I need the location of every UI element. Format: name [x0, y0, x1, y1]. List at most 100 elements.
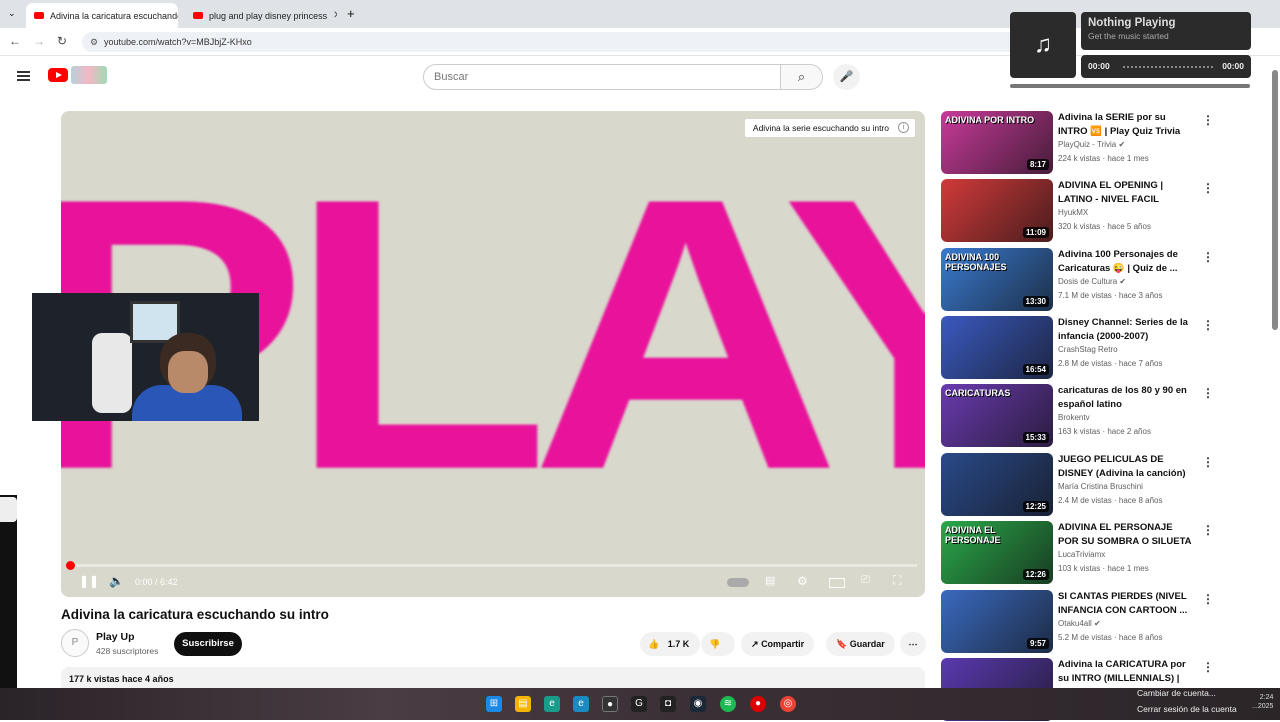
video-thumbnail[interactable]: 16:54 — [941, 316, 1053, 379]
search-input[interactable]: Buscar — [423, 64, 781, 90]
recommendation-title[interactable]: ADIVINA EL PERSONAJE POR SU SOMBRA O SIL… — [1058, 521, 1193, 548]
theater-mode-icon[interactable] — [829, 578, 845, 588]
pause-icon[interactable]: ❚❚ — [79, 574, 99, 588]
recorder-icon[interactable]: ● — [750, 696, 766, 712]
page-scrollbar[interactable] — [1270, 60, 1280, 690]
recommendation-channel[interactable]: María Cristina Bruschini — [1058, 482, 1143, 491]
player-overlay-title[interactable]: Adivina la serie escuchando su intro i — [744, 119, 915, 137]
progress-bar[interactable] — [66, 561, 917, 570]
new-tab-icon[interactable]: + — [347, 6, 355, 21]
recommendation-title[interactable]: Adivina la SERIE por su INTRO 🆚 | Play Q… — [1058, 111, 1193, 138]
chrome-icon[interactable]: ◎ — [780, 696, 796, 712]
recommendation-card[interactable]: CARICATURAS 15:33 caricaturas de los 80 y … — [941, 384, 1216, 448]
more-options-icon[interactable]: ⋮ — [1202, 318, 1214, 332]
reload-icon[interactable]: ↻ — [57, 34, 67, 48]
subtitles-icon[interactable]: ▤ — [765, 574, 775, 587]
obs-icon[interactable]: ● — [602, 696, 618, 712]
spotify-icon[interactable]: ≋ — [720, 696, 736, 712]
side-panel-handle[interactable] — [0, 497, 17, 522]
more-options-icon[interactable]: ⋮ — [1202, 523, 1214, 537]
share-button[interactable]: ↗ Compartir — [741, 632, 815, 656]
more-actions-button[interactable]: ⋯ — [900, 632, 926, 656]
recommendation-card[interactable]: ADIVINA EL PERSONAJE 12:26 ADIVINA EL PERS… — [941, 521, 1216, 585]
recommendation-channel[interactable]: LucaTriviamx — [1058, 550, 1105, 559]
video-thumbnail[interactable]: CARICATURAS 15:33 — [941, 384, 1053, 447]
recommendation-title[interactable]: Disney Channel: Series de la infancia (2… — [1058, 316, 1193, 343]
video-thumbnail[interactable]: ADIVINA 100 PERSONAJES 13:30 — [941, 248, 1053, 311]
edge-dev-icon[interactable]: e — [573, 696, 589, 712]
forward-icon[interactable]: → — [33, 34, 45, 48]
recommendation-title[interactable]: caricaturas de los 80 y 90 en español la… — [1058, 384, 1193, 411]
video-thumbnail[interactable]: 11:09 — [941, 179, 1053, 242]
youtube-logo[interactable] — [48, 68, 68, 82]
camera-app-icon[interactable]: ◘ — [660, 696, 676, 712]
back-icon[interactable]: ← — [9, 34, 21, 48]
recommendation-title[interactable]: Adivina la CARICATURA por su INTRO (MILL… — [1058, 658, 1193, 685]
menu-icon[interactable] — [17, 71, 30, 81]
duration-badge: 16:54 — [1022, 364, 1049, 375]
scrollbar-thumb[interactable] — [1272, 70, 1278, 330]
recommendation-card[interactable]: 9:57 SI CANTAS PIERDES (NIVEL INFANCIA CO… — [941, 590, 1216, 654]
recommendation-title[interactable]: SI CANTAS PIERDES (NIVEL INFANCIA CON CA… — [1058, 590, 1193, 617]
save-button[interactable]: 🔖 Guardar — [826, 632, 895, 656]
fullscreen-icon[interactable]: ⛶ — [893, 573, 901, 588]
subscribe-button[interactable]: Suscribirse — [174, 632, 242, 656]
url-bar[interactable]: ⚙ youtube.com/watch?v=MBJbjZ-KHxo — [82, 32, 1022, 52]
tab-search-chevron-icon[interactable]: ⌄ — [8, 8, 16, 19]
volume-icon[interactable]: 🔈 — [109, 574, 124, 588]
voice-search-button[interactable]: 🎤 — [833, 64, 860, 90]
recommendation-channel[interactable]: HyukMX — [1058, 208, 1088, 217]
recommendation-card[interactable]: 12:25 JUEGO PELICULAS DE DISNEY (Adivina … — [941, 453, 1216, 517]
video-thumbnail[interactable]: ADIVINA POR INTRO 8:17 — [941, 111, 1053, 174]
sign-out-menu-item[interactable]: Cerrar sesión de la cuenta — [1137, 704, 1237, 714]
more-options-icon[interactable]: ⋮ — [1202, 455, 1214, 469]
video-thumbnail[interactable]: 12:25 — [941, 453, 1053, 516]
recommendation-channel[interactable]: Brokentv — [1058, 413, 1090, 422]
recommendation-card[interactable]: 11:09 ADIVINA EL OPENING | LATINO - NIVEL… — [941, 179, 1216, 243]
music-timeline[interactable]: 00:00 00:00 — [1081, 55, 1251, 78]
recommendation-title[interactable]: ADIVINA EL OPENING | LATINO - NIVEL FACI… — [1058, 179, 1193, 206]
recommendation-channel[interactable]: Otaku4all ✔ — [1058, 619, 1101, 628]
site-info-icon[interactable]: ⚙ — [90, 32, 98, 52]
recommendation-card[interactable]: ADIVINA POR INTRO 8:17 Adivina la SERIE po… — [941, 111, 1216, 175]
tab-inactive[interactable]: plug and play disney princess ✕ — [185, 3, 337, 28]
more-options-icon[interactable]: ⋮ — [1202, 113, 1214, 127]
steam-icon[interactable]: ◉ — [690, 696, 706, 712]
search-button[interactable]: ⌕ — [781, 64, 823, 90]
video-thumbnail[interactable]: ADIVINA EL PERSONAJE 12:26 — [941, 521, 1053, 584]
recommendation-card[interactable]: ADIVINA 100 PERSONAJES 13:30 Adivina 100 P… — [941, 248, 1216, 312]
autoplay-toggle[interactable] — [727, 578, 749, 587]
more-options-icon[interactable]: ⋮ — [1202, 181, 1214, 195]
app-g-icon[interactable]: G — [631, 696, 647, 712]
recommendation-title[interactable]: JUEGO PELICULAS DE DISNEY (Adivina la ca… — [1058, 453, 1193, 480]
edge-icon[interactable]: e — [544, 696, 560, 712]
more-options-icon[interactable]: ⋮ — [1202, 592, 1214, 606]
dislike-button[interactable]: 👎 — [701, 632, 735, 656]
more-options-icon[interactable]: ⋮ — [1202, 386, 1214, 400]
recommendation-card[interactable]: 16:54 Disney Channel: Series de la infanc… — [941, 316, 1216, 380]
like-button[interactable]: 👍 1.7 K — [640, 632, 700, 656]
file-explorer-icon[interactable]: ▤ — [515, 696, 531, 712]
system-clock[interactable]: 2:24 ...2025 — [1252, 693, 1273, 711]
channel-name[interactable]: Play Up — [96, 631, 135, 643]
channel-name-text: PlayQuiz - Trivia — [1058, 140, 1117, 149]
windows-start-icon[interactable]: ⊞ — [486, 696, 502, 712]
channel-avatar[interactable]: P — [61, 629, 89, 657]
info-icon[interactable]: i — [898, 122, 909, 133]
settings-icon[interactable]: ⚙ — [797, 574, 808, 588]
thumbs-up-icon: 👍 — [648, 639, 660, 649]
recommendation-channel[interactable]: CrashStag Retro — [1058, 345, 1118, 354]
more-options-icon[interactable]: ⋮ — [1202, 660, 1214, 674]
doodle-logo[interactable] — [71, 66, 107, 84]
more-options-icon[interactable]: ⋮ — [1202, 250, 1214, 264]
cast-icon[interactable]: ⎚ — [861, 574, 870, 587]
close-tab-icon[interactable]: ✕ — [333, 10, 337, 21]
account-menu-item[interactable]: Cambiar de cuenta... — [1137, 688, 1216, 698]
recommendation-channel[interactable]: Dosis de Cultura ✔ — [1058, 277, 1126, 286]
recommendation-channel[interactable]: PlayQuiz - Trivia ✔ — [1058, 140, 1125, 149]
recommendation-title[interactable]: Adivina 100 Personajes de Caricaturas 😜 … — [1058, 248, 1193, 275]
channel-name-text: Brokentv — [1058, 413, 1090, 422]
video-thumbnail[interactable]: 9:57 — [941, 590, 1053, 653]
tab-active[interactable]: Adivina la caricatura escuchando ✕ — [26, 3, 178, 28]
music-track-line[interactable] — [1123, 66, 1213, 68]
